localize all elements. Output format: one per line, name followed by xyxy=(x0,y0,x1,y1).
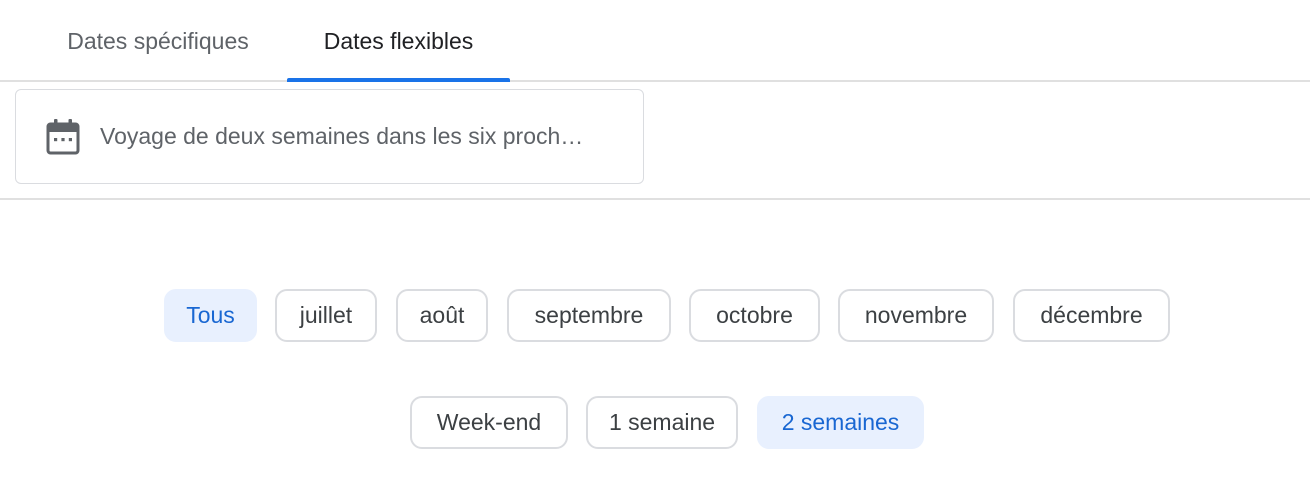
month-chip-october[interactable]: octobre xyxy=(689,289,820,342)
date-mode-tabs: Dates spécifiques Dates flexibles xyxy=(0,0,1310,82)
month-chip-september[interactable]: septembre xyxy=(507,289,671,342)
flexible-dates-summary-field[interactable]: Voyage de deux semaines dans les six pro… xyxy=(15,89,644,184)
flexible-dates-summary-text: Voyage de deux semaines dans les six pro… xyxy=(100,122,584,149)
month-chip-december[interactable]: décembre xyxy=(1013,289,1170,342)
duration-chip-weekend[interactable]: Week-end xyxy=(410,396,568,449)
month-chip-all[interactable]: Tous xyxy=(164,289,257,342)
tab-flexible-dates[interactable]: Dates flexibles xyxy=(287,0,510,82)
duration-chip-1-week[interactable]: 1 semaine xyxy=(586,396,738,449)
calendar-icon xyxy=(46,119,80,155)
duration-chip-2-weeks[interactable]: 2 semaines xyxy=(757,396,924,449)
active-tab-indicator xyxy=(287,78,510,82)
month-chip-november[interactable]: novembre xyxy=(838,289,994,342)
tab-specific-dates[interactable]: Dates spécifiques xyxy=(30,0,286,82)
flexible-dates-panel: Dates spécifiques Dates flexibles Voyage… xyxy=(0,0,1310,480)
month-chip-august[interactable]: août xyxy=(396,289,488,342)
section-divider xyxy=(0,198,1310,200)
month-chip-july[interactable]: juillet xyxy=(275,289,377,342)
